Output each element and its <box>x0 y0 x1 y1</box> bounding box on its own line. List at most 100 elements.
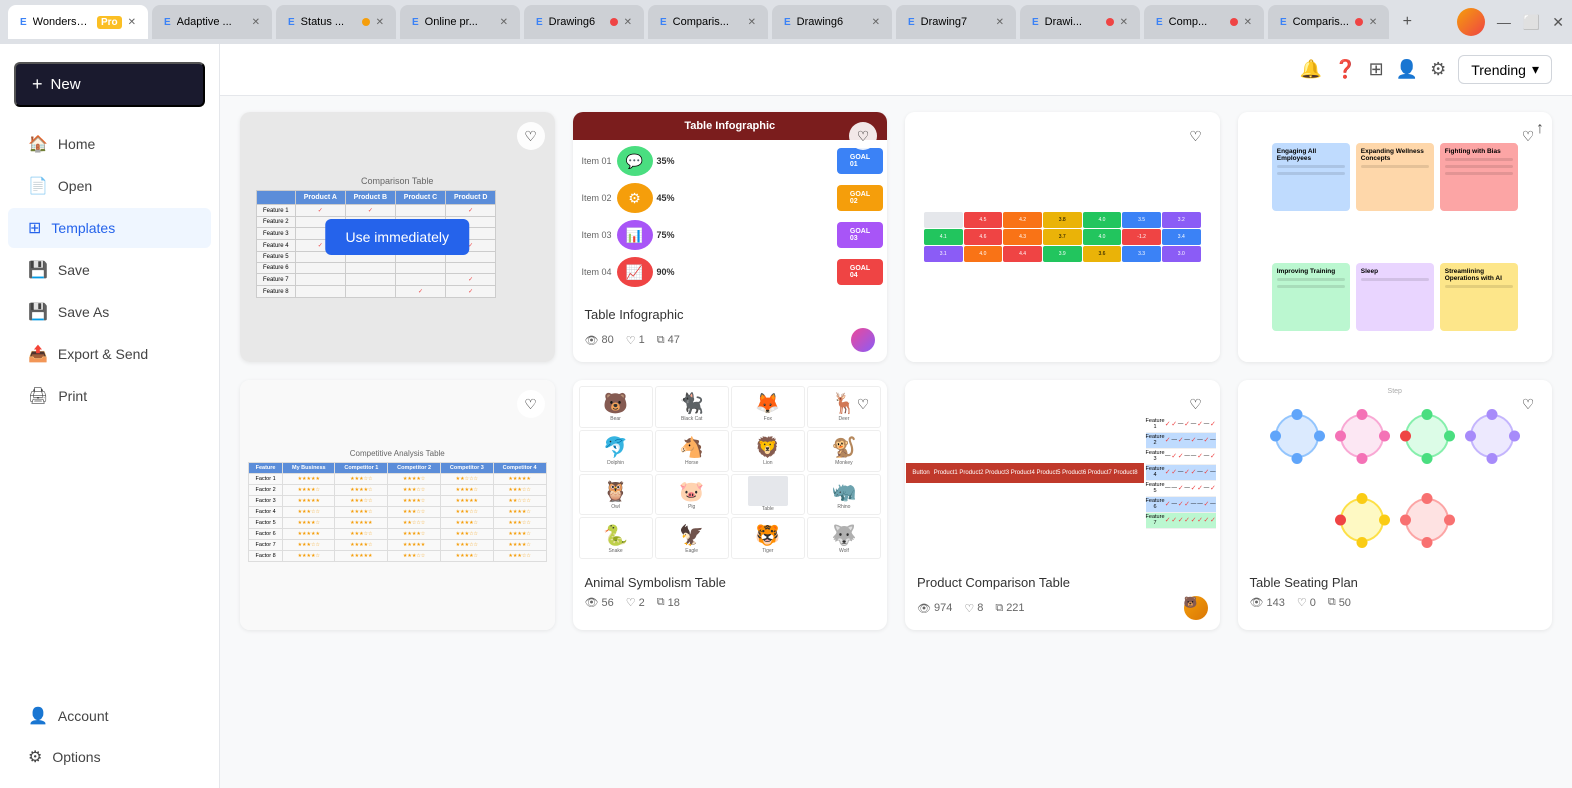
stat-views-infographic: 👁 80 <box>585 334 614 347</box>
trending-dropdown[interactable]: Trending ▾ <box>1458 55 1552 84</box>
tab-icon-status: E <box>288 17 295 28</box>
template-card-table-infographic[interactable]: Table Infographic Item 01 💬 35% GOAL01 I… <box>573 112 888 362</box>
tab-comparis2[interactable]: E Comparis... ✕ <box>1268 5 1389 39</box>
sidebar-item-save-as[interactable]: 💾 Save As <box>8 292 211 332</box>
product-cell: — <box>1210 501 1216 507</box>
views-count-product: 974 <box>934 602 952 614</box>
sidebar-item-templates[interactable]: ⊞ Templates <box>8 208 211 248</box>
seat-left-3-red <box>1400 431 1411 442</box>
seat-top-5 <box>1357 493 1368 504</box>
tab-drawing6b[interactable]: E Drawing6 ✕ <box>772 5 892 39</box>
template-card-product-comparison[interactable]: Button Product1 Product2 Product3 Produc… <box>905 380 1220 630</box>
help-icon[interactable]: ❓ <box>1334 59 1356 80</box>
animal-grid: 🐻Bear 🐈‍⬛Black Cat 🦊Fox 🦌Deer 🐬Dolphin 🐴… <box>573 380 888 565</box>
heart-button-animal[interactable]: ♡ <box>849 390 877 418</box>
account-icon: 👤 <box>28 706 48 726</box>
item-icon-2: ⚙ <box>617 183 653 213</box>
tab-close-drawing6b[interactable]: ✕ <box>872 17 880 28</box>
tab-drawing6[interactable]: E Drawing6 ✕ <box>524 5 644 39</box>
tab-edrawmax[interactable]: E Wondershare EdrawMax Pro ✕ <box>8 5 148 39</box>
seating-circle-2 <box>1340 414 1384 458</box>
sidebar-item-options[interactable]: ⚙ Options <box>8 737 211 777</box>
seat-bot-1 <box>1292 453 1303 464</box>
template-card-team-management[interactable]: Engaging All Employees Expanding Wellnes… <box>1238 112 1553 362</box>
views-count-seating: 143 <box>1266 597 1284 609</box>
tab-close-drawing7[interactable]: ✕ <box>996 17 1004 28</box>
tab-online[interactable]: E Online pr... ✕ <box>400 5 520 39</box>
tab-drawing7[interactable]: E Drawing7 ✕ <box>896 5 1016 39</box>
sidebar-item-home[interactable]: 🏠 Home <box>8 124 211 164</box>
product-row-5: Feature 5 — — ✓ — ✓ ✓ — ✓ <box>1146 481 1217 497</box>
animal-cell-wolf: 🐺Wolf <box>807 517 881 559</box>
item-pct-4: 90% <box>653 267 838 277</box>
tab-close-comp[interactable]: ✕ <box>1244 17 1252 28</box>
views-count-animal: 56 <box>601 597 613 609</box>
settings-icon[interactable]: ⚙ <box>1430 59 1446 80</box>
tab-close-edrawmax[interactable]: ✕ <box>128 17 136 28</box>
tab-comp[interactable]: E Comp... ✕ <box>1144 5 1264 39</box>
tab-close-status[interactable]: ✕ <box>376 17 384 28</box>
stat-views-animal: 👁 56 <box>585 596 614 609</box>
rfm-cell: 3.0 <box>1162 246 1201 262</box>
heart-button-rfm[interactable]: ♡ <box>1182 122 1210 150</box>
top-bar: 🔔 ❓ ⊞ 👤 ⚙ Trending ▾ <box>220 44 1572 96</box>
heart-button-comparison[interactable]: ♡ <box>517 122 545 150</box>
tab-dot-comparis2 <box>1355 18 1363 26</box>
heart-button-product[interactable]: ♡ <box>1182 390 1210 418</box>
tab-adaptive[interactable]: E Adaptive ... ✕ <box>152 5 272 39</box>
sidebar-item-save[interactable]: 💾 Save <box>8 250 211 290</box>
tab-label-comparis1: Comparis... <box>673 16 742 28</box>
copies-count-product: 221 <box>1006 602 1024 614</box>
tab-icon-drawing6: E <box>536 17 543 28</box>
new-button[interactable]: + New <box>14 62 205 107</box>
tab-icon-adaptive: E <box>164 17 171 28</box>
minimize-button[interactable]: — <box>1497 14 1511 30</box>
close-button[interactable]: ✕ <box>1552 14 1564 31</box>
tab-close-adaptive[interactable]: ✕ <box>252 17 260 28</box>
sidebar-item-export[interactable]: 📤 Export & Send <box>8 334 211 374</box>
comp-table-title: Comparison Table <box>256 176 539 186</box>
tab-close-comparis1[interactable]: ✕ <box>748 17 756 28</box>
seat-right-2 <box>1379 431 1390 442</box>
seat-top-4 <box>1487 409 1498 420</box>
sidebar-item-open[interactable]: 📄 Open <box>8 166 211 206</box>
new-tab-button[interactable]: + <box>1393 8 1421 36</box>
user-icon[interactable]: 👤 <box>1396 59 1418 80</box>
item-goal-2: GOAL02 <box>837 185 883 211</box>
template-card-comparison-table[interactable]: Comparison Table Product A Product B Pro… <box>240 112 555 362</box>
grid-icon[interactable]: ⊞ <box>1369 59 1384 80</box>
sidebar-item-print[interactable]: 🖨 Print <box>8 376 211 416</box>
use-immediately-button[interactable]: Use immediately <box>326 219 469 255</box>
heart-icon-animal: ♡ <box>626 596 636 609</box>
template-info-animal: Animal Symbolism Table 👁 56 ♡ 2 <box>573 565 888 619</box>
sidebar-item-account[interactable]: 👤 Account <box>8 696 211 736</box>
heart-button-infographic[interactable]: ♡ <box>849 122 877 150</box>
template-card-seating[interactable]: Step <box>1238 380 1553 630</box>
template-card-competitive[interactable]: Competitive Analysis Table Feature My Bu… <box>240 380 555 630</box>
tab-close-comparis2[interactable]: ✕ <box>1369 17 1377 28</box>
tab-close-online[interactable]: ✕ <box>500 17 508 28</box>
tab-drawi[interactable]: E Drawi... ✕ <box>1020 5 1140 39</box>
animal-cell-dolphin: 🐬Dolphin <box>579 430 653 472</box>
maximize-button[interactable]: ⬜ <box>1523 14 1540 31</box>
upload-icon-team[interactable]: ↑ <box>1536 120 1544 138</box>
tab-close-drawing6[interactable]: ✕ <box>624 17 632 28</box>
templates-area[interactable]: Comparison Table Product A Product B Pro… <box>220 96 1572 788</box>
seat-bot-6 <box>1422 537 1433 548</box>
sticky-engaging: Engaging All Employees <box>1272 143 1350 211</box>
template-card-rfm-table[interactable]: 4.5 4.2 3.8 4.0 3.5 3.2 4.1 4.6 4.3 3.7 <box>905 112 1220 362</box>
heart-icon-seating: ♡ <box>1297 596 1307 609</box>
template-card-animal[interactable]: 🐻Bear 🐈‍⬛Black Cat 🦊Fox 🦌Deer 🐬Dolphin 🐴… <box>573 380 888 630</box>
notification-icon[interactable]: 🔔 <box>1300 59 1322 80</box>
heart-button-competitive[interactable]: ♡ <box>517 390 545 418</box>
export-icon: 📤 <box>28 344 48 364</box>
animal-cell-fox: 🦊Fox <box>731 386 805 428</box>
product-row-3: Feature 3 — ✓ ✓ — — ✓ — ✓ <box>1146 449 1217 465</box>
tab-comparis1[interactable]: E Comparis... ✕ <box>648 5 768 39</box>
tab-close-drawi[interactable]: ✕ <box>1120 17 1128 28</box>
tab-status[interactable]: E Status ... ✕ <box>276 5 396 39</box>
template-thumb-competitive: Competitive Analysis Table Feature My Bu… <box>240 380 555 630</box>
copy-icon-product: ⧉ <box>995 602 1003 615</box>
heart-button-seating[interactable]: ♡ <box>1514 390 1542 418</box>
user-avatar-chrome[interactable] <box>1457 8 1485 36</box>
